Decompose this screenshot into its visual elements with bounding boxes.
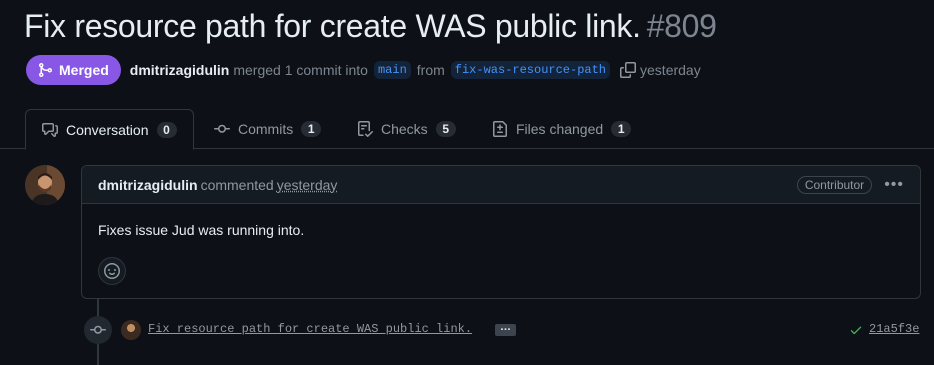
tab-conversation-count: 0 (157, 122, 177, 138)
add-reaction-button[interactable] (98, 257, 126, 285)
merged-badge-label: Merged (59, 62, 109, 78)
comment-time-link[interactable]: yesterday (277, 177, 338, 193)
merged-description: merged 1 commit into (233, 62, 368, 78)
tab-conversation[interactable]: Conversation 0 (25, 109, 194, 150)
base-branch-link[interactable]: main (374, 61, 411, 79)
tab-checks[interactable]: Checks 5 (357, 109, 456, 149)
tab-commits-count: 1 (301, 121, 321, 137)
page-title: Fix resource path for create WAS public … (24, 8, 717, 45)
pull-request-page: Fix resource path for create WAS public … (0, 0, 934, 365)
pr-author-link[interactable]: dmitrizagidulin (130, 62, 230, 78)
head-branch-link[interactable]: fix-was-resource-path (451, 61, 610, 79)
tab-checks-count: 5 (436, 121, 456, 137)
tab-commits[interactable]: Commits 1 (214, 109, 321, 149)
comment-box: dmitrizagidulin commented yesterday Cont… (81, 165, 921, 299)
pr-status-row: Merged dmitrizagidulin merged 1 commit i… (26, 55, 701, 85)
avatar[interactable] (25, 165, 65, 205)
copy-icon[interactable] (620, 62, 636, 78)
commit-author-avatar[interactable] (121, 320, 141, 340)
comment-discussion-icon (42, 122, 58, 138)
checklist-icon (357, 121, 373, 137)
pr-title: Fix resource path for create WAS public … (24, 8, 641, 44)
contributor-badge: Contributor (797, 176, 872, 194)
kebab-menu-icon[interactable]: ••• (884, 177, 904, 193)
pr-number: #809 (647, 8, 717, 44)
tab-files-changed[interactable]: Files changed 1 (492, 109, 631, 149)
smiley-icon (104, 263, 120, 279)
comment-body: Fixes issue Jud was running into. (82, 204, 920, 238)
tab-files-changed-count: 1 (611, 121, 631, 137)
commit-message-link[interactable]: Fix resource path for create WAS public … (148, 322, 472, 336)
tab-files-changed-label: Files changed (516, 121, 603, 137)
commit-node (84, 316, 112, 344)
comment-header: dmitrizagidulin commented yesterday Cont… (82, 166, 920, 204)
check-icon[interactable] (849, 323, 863, 342)
git-merge-icon (37, 62, 53, 78)
comment-action: commented (201, 177, 274, 193)
commit-sha-link[interactable]: 21a5f3e (869, 322, 919, 336)
merged-time[interactable]: yesterday (640, 62, 701, 78)
commit-expand-button[interactable]: … (495, 324, 516, 336)
git-commit-icon (90, 322, 106, 338)
comment-author-link[interactable]: dmitrizagidulin (98, 177, 198, 193)
merged-status-badge: Merged (26, 55, 121, 85)
tab-checks-label: Checks (381, 121, 428, 137)
tab-conversation-label: Conversation (66, 122, 149, 138)
git-commit-icon (214, 121, 230, 137)
from-label: from (417, 62, 445, 78)
file-diff-icon (492, 121, 508, 137)
tab-commits-label: Commits (238, 121, 293, 137)
